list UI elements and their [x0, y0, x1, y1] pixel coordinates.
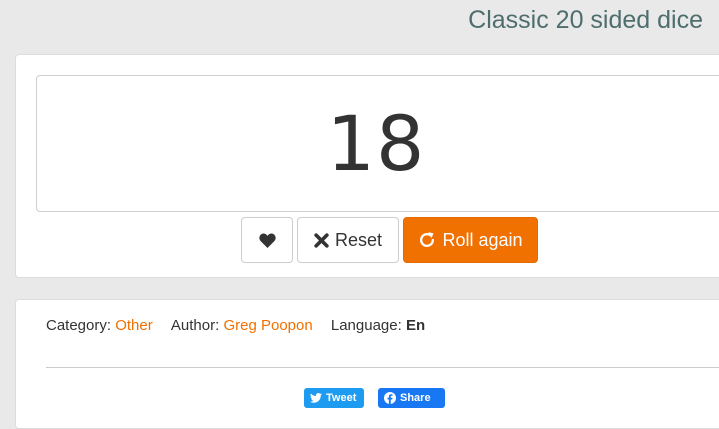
- category-label: Category:: [46, 317, 112, 334]
- refresh-icon: [418, 231, 436, 249]
- twitter-icon: [310, 393, 322, 403]
- roll-again-button[interactable]: Roll again: [403, 217, 538, 263]
- share-row: Tweet Share: [304, 388, 445, 408]
- language-label: Language:: [330, 317, 402, 334]
- dice-card: 18 Reset Roll again: [15, 54, 719, 278]
- author-link[interactable]: Greg Poopon: [223, 317, 312, 334]
- category-link[interactable]: Other: [115, 317, 153, 334]
- result-display: 18: [36, 75, 719, 212]
- roll-again-label: Roll again: [442, 229, 523, 250]
- language-meta: Language: En: [331, 317, 425, 334]
- result-value: 18: [326, 99, 426, 188]
- facebook-share-label: Share: [400, 392, 431, 404]
- close-icon: [314, 232, 329, 248]
- category-meta: Category: Other: [46, 317, 157, 334]
- divider: [46, 367, 719, 368]
- author-meta: Author: Greg Poopon: [171, 317, 317, 334]
- info-card: Category: Other Author: Greg Poopon Lang…: [15, 299, 719, 429]
- reset-button[interactable]: Reset: [297, 217, 399, 263]
- heart-icon: [258, 233, 276, 248]
- reset-label: Reset: [334, 229, 383, 250]
- favorite-button[interactable]: [241, 217, 293, 263]
- tweet-label: Tweet: [326, 392, 357, 404]
- language-value: En: [405, 317, 426, 334]
- author-label: Author:: [170, 317, 220, 334]
- facebook-share-button[interactable]: Share: [378, 388, 445, 408]
- facebook-icon: [384, 392, 396, 404]
- page-title: Classic 20 sided dice: [468, 6, 703, 34]
- tweet-button[interactable]: Tweet: [304, 388, 364, 408]
- meta-row: Category: Other Author: Greg Poopon Lang…: [46, 317, 439, 334]
